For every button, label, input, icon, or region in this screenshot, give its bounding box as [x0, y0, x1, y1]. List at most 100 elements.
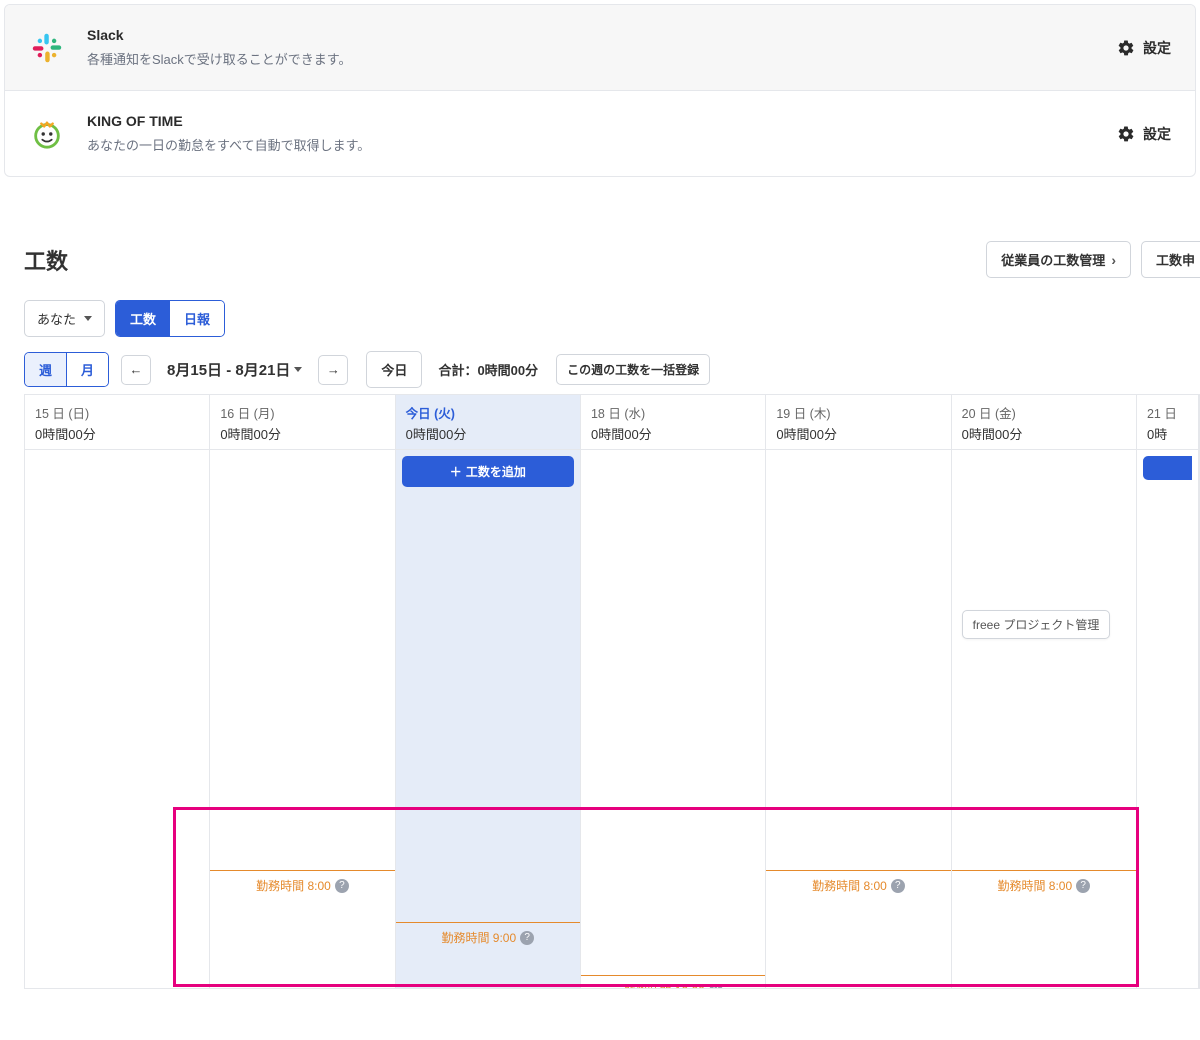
gear-icon [1117, 125, 1135, 143]
day-column: 16 日 (月) 0時間00分勤務時間 8:00? [210, 395, 395, 988]
view-month[interactable]: 月 [66, 353, 108, 386]
button-label: 工数を追加 [466, 463, 526, 480]
prev-week-button[interactable]: ← [121, 355, 151, 385]
tab-kousuu[interactable]: 工数 [116, 301, 170, 336]
integration-slack: Slack 各種通知をSlackで受け取ることができます。 設定 [5, 5, 1195, 91]
day-header: 19 日 (木) 0時間00分 [766, 395, 950, 450]
add-kousuu-button[interactable]: ＋工数を追加 [402, 456, 574, 487]
day-header: 18 日 (水) 0時間00分 [581, 395, 765, 450]
slack-settings-button[interactable]: 設定 [1117, 38, 1171, 58]
header-actions: 従業員の工数管理 › 工数申 [986, 241, 1200, 278]
day-label: 16 日 (月) [220, 403, 384, 422]
day-header: 15 日 (日)0時間00分 [25, 395, 209, 450]
day-hours: 0時 [1147, 424, 1188, 443]
day-column: 18 日 (水) 0時間00分勤務時間 10:00? [581, 395, 766, 988]
help-icon[interactable]: ? [520, 931, 534, 945]
filters-row: あなた 工数 日報 [24, 300, 1200, 337]
day-label: 21 日 [1147, 403, 1188, 422]
caret-down-icon [84, 316, 92, 321]
integration-desc: あなたの一日の勤怠をすべて自動で取得します。 [87, 135, 1117, 154]
plus-icon: ＋ [450, 463, 462, 480]
day-hours: 0時間00分 [220, 424, 384, 443]
day-column: 15 日 (日)0時間00分 [25, 395, 210, 988]
help-icon[interactable]: ? [1076, 879, 1090, 893]
worktime-label: 勤務時間 8:00? [256, 871, 349, 894]
help-icon[interactable]: ? [335, 879, 349, 893]
next-week-button[interactable]: → [318, 355, 348, 385]
bulk-register-button[interactable]: この週の工数を一括登録 [556, 354, 710, 385]
day-hours: 0時間00分 [776, 424, 940, 443]
settings-label: 設定 [1143, 124, 1171, 144]
worktime-text: 勤務時間 8:00 [256, 877, 331, 894]
worktime-text: 勤務時間 8:00 [997, 877, 1072, 894]
arrow-left-icon: ← [130, 362, 143, 377]
integration-kingoftime: KING OF TIME あなたの一日の勤怠をすべて自動で取得します。 設定 [5, 91, 1195, 176]
help-icon[interactable]: ? [709, 984, 723, 990]
day-body[interactable] [25, 450, 209, 988]
day-body[interactable]: 勤務時間 8:00? [766, 450, 950, 988]
day-body[interactable]: freee プロジェクト管理勤務時間 8:00? [952, 450, 1136, 988]
project-chip[interactable]: freee プロジェクト管理 [962, 610, 1111, 639]
total-label: 合計：0時間00分 [438, 360, 538, 379]
integration-title: Slack [87, 27, 1117, 43]
day-hours: 0時間00分 [591, 424, 755, 443]
tab-nippou[interactable]: 日報 [170, 301, 224, 336]
view-week[interactable]: 週 [25, 353, 66, 386]
add-kousuu-button-partial[interactable] [1143, 456, 1192, 480]
caret-down-icon [294, 367, 302, 372]
worktime-label: 勤務時間 8:00? [812, 871, 905, 894]
day-body[interactable]: 勤務時間 10:00? [581, 450, 765, 988]
kingoftime-settings-button[interactable]: 設定 [1117, 124, 1171, 144]
button-label: 従業員の工数管理 [1001, 250, 1105, 269]
worktime-label: 勤務時間 10:00? [623, 976, 722, 989]
employee-management-button[interactable]: 従業員の工数管理 › [986, 241, 1131, 278]
day-header: 16 日 (月) 0時間00分 [210, 395, 394, 450]
day-label: 18 日 (水) [591, 403, 755, 422]
today-button[interactable]: 今日 [366, 351, 422, 388]
worktime-label: 勤務時間 9:00? [441, 923, 534, 946]
chevron-right-icon: › [1111, 252, 1116, 268]
worktime-line: 勤務時間 9:00? [396, 922, 580, 946]
date-range-text: 8月15日 - 8月21日 [167, 359, 290, 380]
gear-icon [1117, 39, 1135, 57]
day-label: 19 日 (木) [776, 403, 940, 422]
worktime-line: 勤務時間 8:00? [766, 870, 950, 894]
user-dropdown[interactable]: あなた [24, 300, 105, 337]
date-range-picker[interactable]: 8月15日 - 8月21日 [163, 359, 306, 380]
worktime-label: 勤務時間 8:00? [997, 871, 1090, 894]
page-header: 工数 従業員の工数管理 › 工数申 [24, 241, 1200, 278]
help-icon[interactable]: ? [891, 879, 905, 893]
calendar-week: 15 日 (日)0時間00分16 日 (月)0時間00分勤務時間 8:00?今日… [24, 394, 1200, 989]
worktime-text: 勤務時間 9:00 [441, 929, 516, 946]
day-column: 19 日 (木) 0時間00分勤務時間 8:00? [766, 395, 951, 988]
worktime-line: 勤務時間 8:00? [952, 870, 1136, 894]
day-body[interactable]: 勤務時間 8:00? [210, 450, 394, 988]
main-content: 工数 従業員の工数管理 › 工数申 あなた 工数 日報 週 月 ← 8月15日 … [0, 217, 1200, 989]
button-label: 工数申 [1156, 250, 1195, 269]
integration-title: KING OF TIME [87, 113, 1117, 129]
day-column: 今日 (火) 0時間00分 ＋工数を追加勤務時間 9:00? [396, 395, 581, 988]
page-title: 工数 [24, 244, 68, 276]
day-label: 今日 (火) [406, 403, 570, 422]
day-header: 20 日 (金)0時間00分 [952, 395, 1136, 450]
worktime-line: 勤務時間 8:00? [210, 870, 394, 894]
dropdown-value: あなた [37, 309, 76, 328]
worktime-text: 勤務時間 8:00 [812, 877, 887, 894]
kousuu-apply-button[interactable]: 工数申 [1141, 241, 1200, 278]
day-header: 21 日 0時 [1137, 395, 1198, 450]
day-hours: 0時間00分 [962, 424, 1126, 443]
toolbar-row: 週 月 ← 8月15日 - 8月21日 → 今日 合計：0時間00分 この週の工… [24, 351, 1200, 388]
day-body[interactable]: ＋工数を追加勤務時間 9:00? [396, 450, 580, 988]
worktime-line: 勤務時間 10:00? [581, 975, 765, 989]
settings-label: 設定 [1143, 38, 1171, 58]
day-body[interactable] [1137, 450, 1198, 988]
slack-icon [29, 30, 65, 66]
day-header: 今日 (火) 0時間00分 [396, 395, 580, 450]
kingoftime-icon [29, 116, 65, 152]
integrations-panel: Slack 各種通知をSlackで受け取ることができます。 設定 KING OF… [4, 4, 1196, 177]
day-hours: 0時間00分 [35, 424, 199, 443]
day-hours: 0時間00分 [406, 424, 570, 443]
worktime-text: 勤務時間 10:00 [623, 982, 704, 989]
integration-desc: 各種通知をSlackで受け取ることができます。 [87, 49, 1117, 68]
day-column: 20 日 (金)0時間00分freee プロジェクト管理勤務時間 8:00? [952, 395, 1137, 988]
